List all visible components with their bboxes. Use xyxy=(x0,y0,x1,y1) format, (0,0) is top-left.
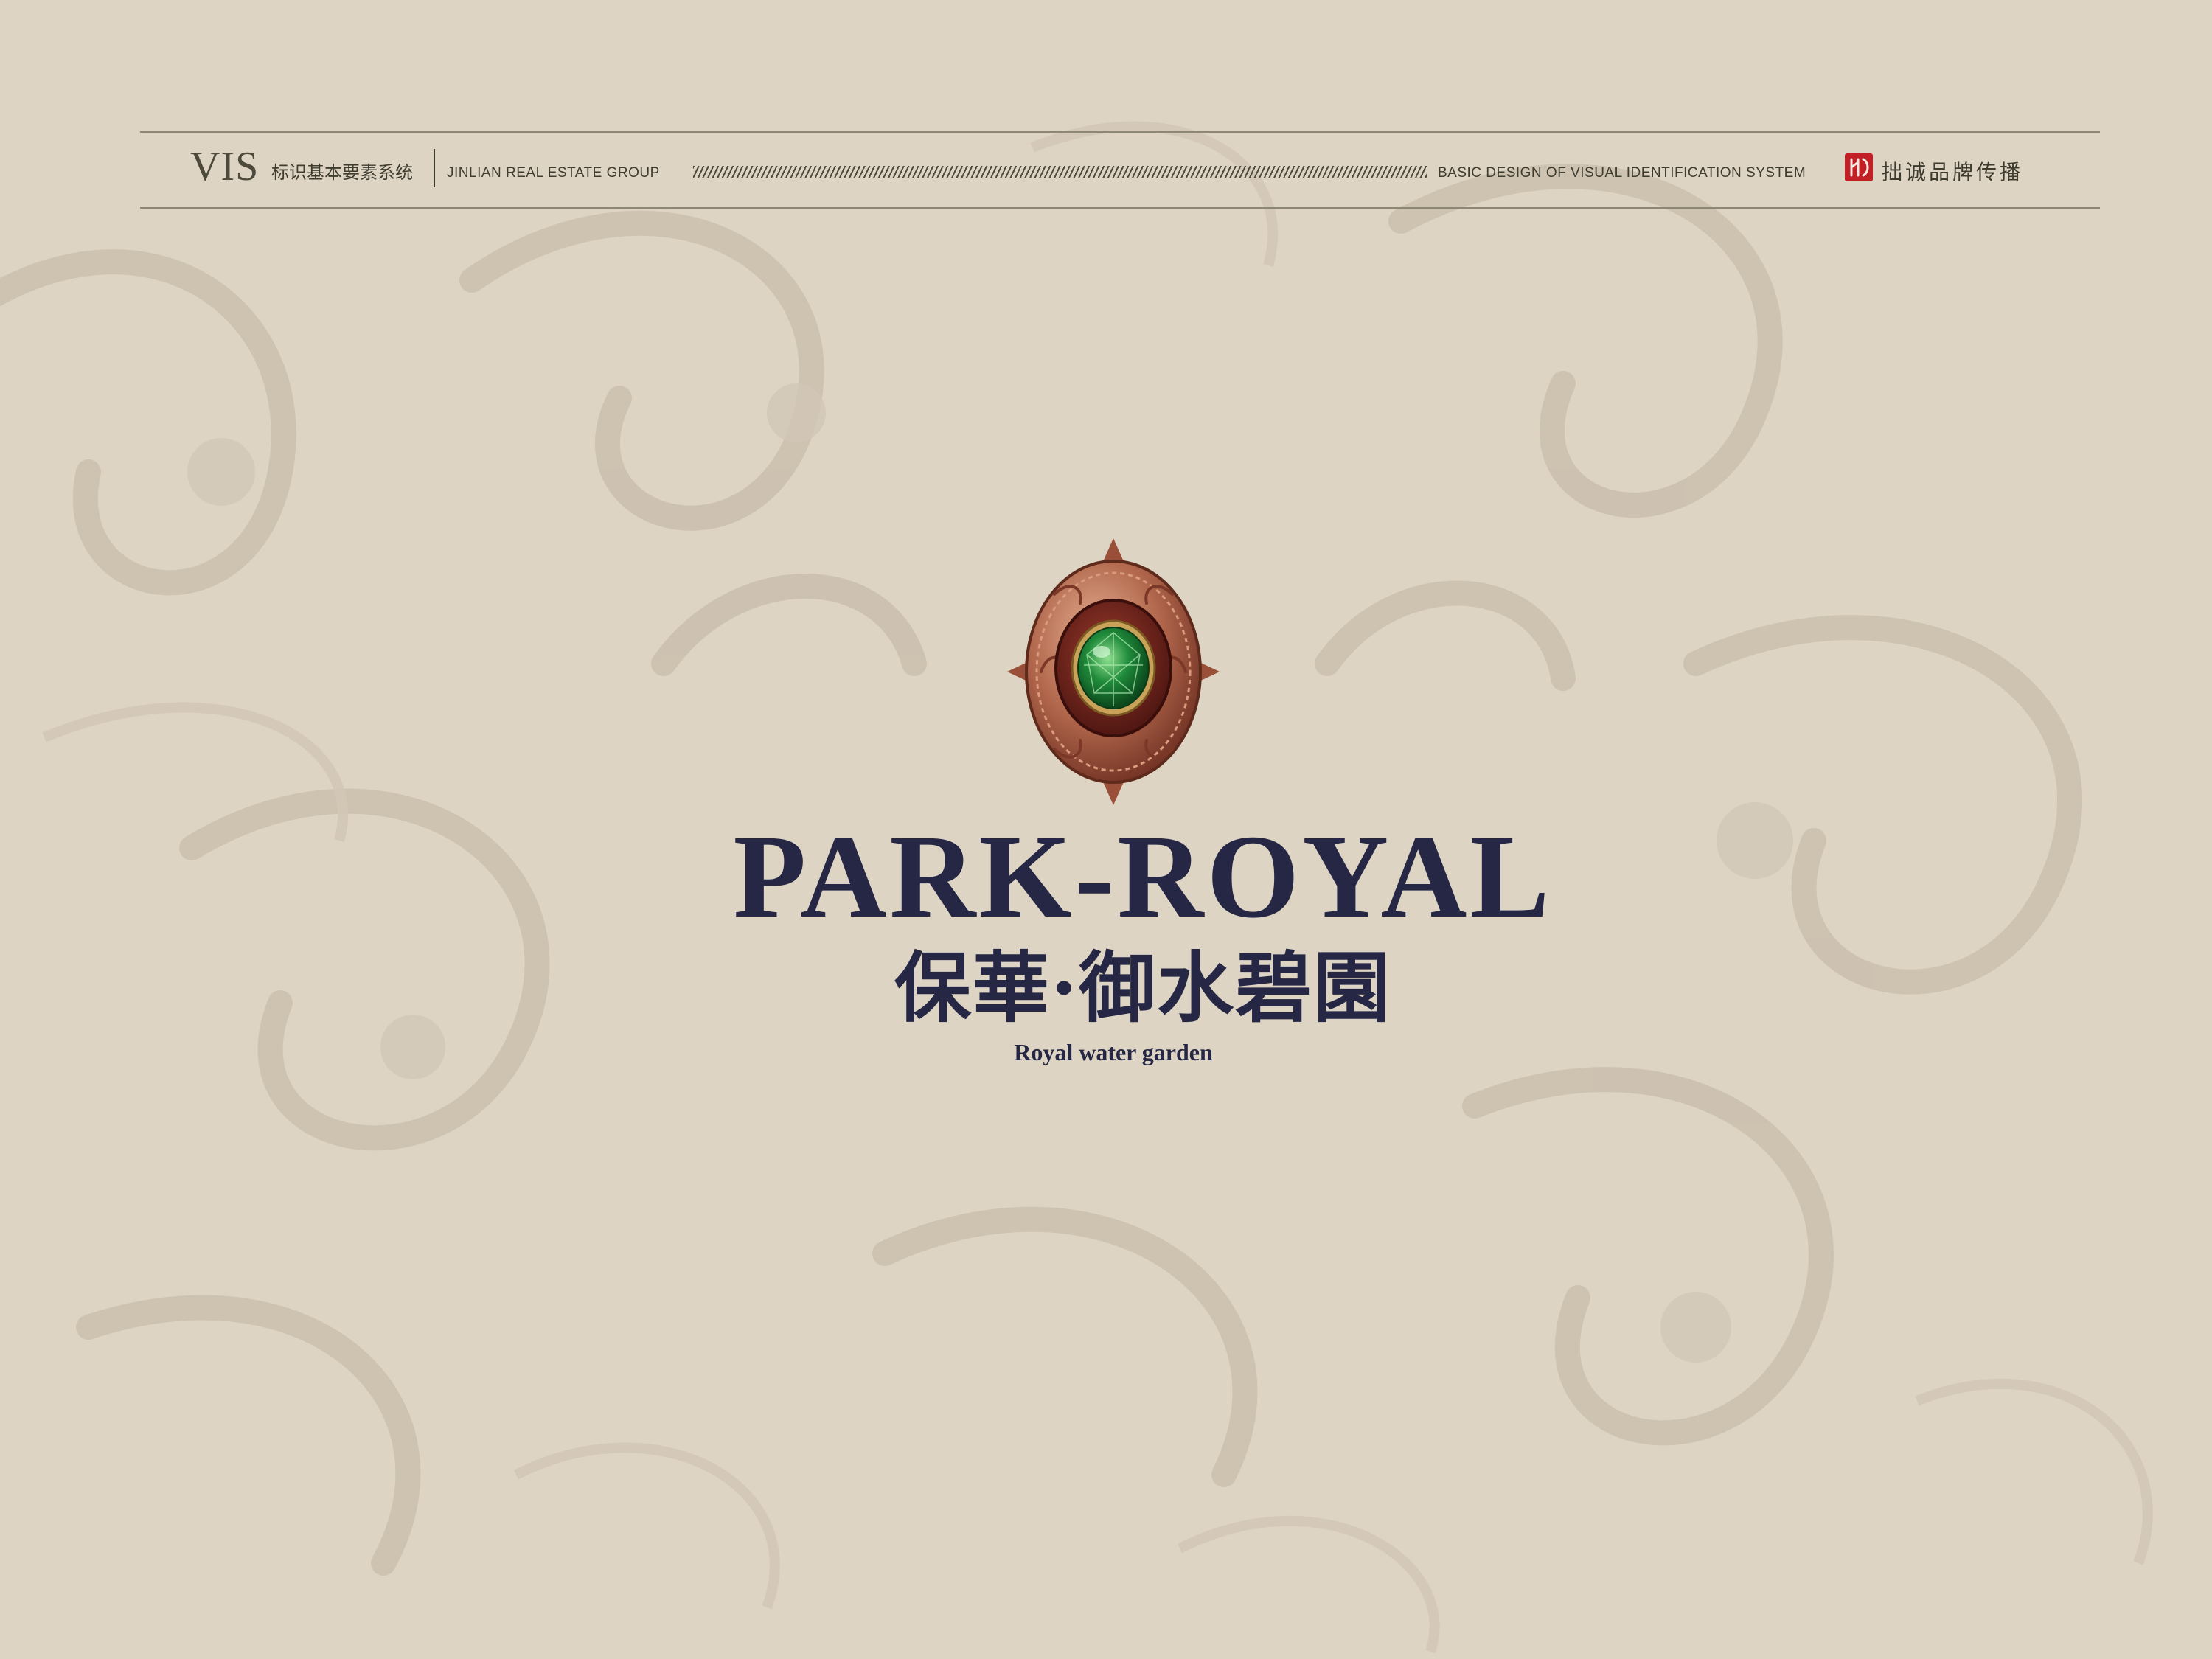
agency-name: 拙诚品牌传播 xyxy=(1882,160,2024,184)
brand-name-en: PARK-ROYAL xyxy=(733,811,1553,943)
group-name: JINLIAN REAL ESTATE GROUP xyxy=(447,165,660,181)
system-name: BASIC DESIGN OF VISUAL IDENTIFICATION SY… xyxy=(1438,165,1806,181)
brand-name-cn: 保華·御水碧園 xyxy=(894,942,1392,1033)
hatch-decoration xyxy=(693,166,1427,178)
emerald-medallion-icon xyxy=(1007,538,1220,805)
vis-page: VIS 标识基本要素系统 JINLIAN REAL ESTATE GROUP B… xyxy=(0,0,2212,1659)
vis-mark: VIS xyxy=(190,144,260,189)
vis-title-cn: 标识基本要素系统 xyxy=(271,162,413,183)
header-top-rule xyxy=(140,131,2100,133)
brand-tagline: Royal water garden xyxy=(1014,1039,1213,1065)
header-divider xyxy=(434,149,435,187)
header-bottom-rule xyxy=(140,207,2100,209)
agency-seal-icon xyxy=(1845,153,1873,181)
